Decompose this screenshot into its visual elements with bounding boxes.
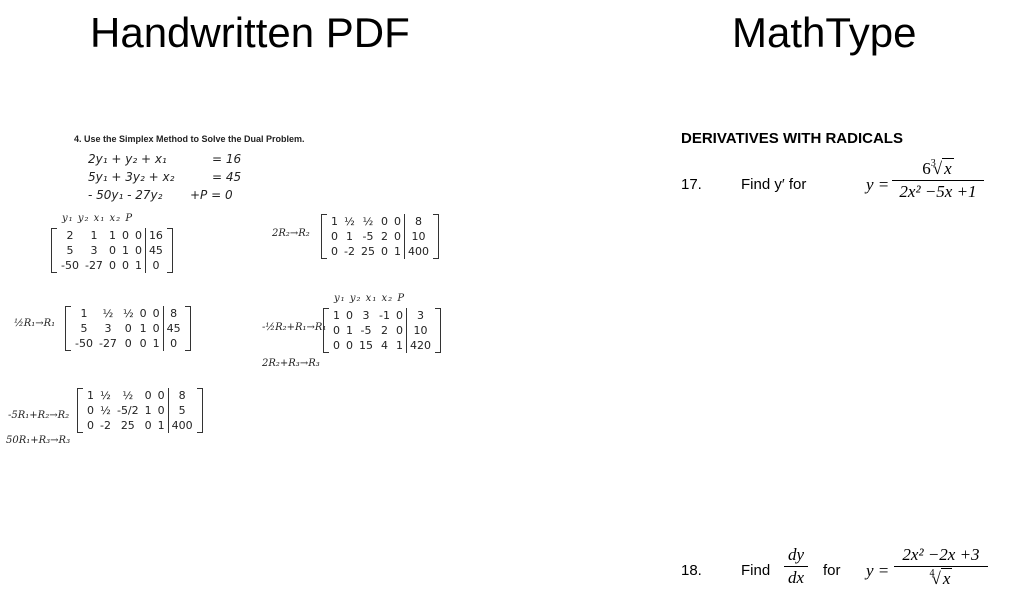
column-header-2: y₁ y₂ x₁ x₂ P [334, 293, 406, 304]
equation-2-lhs: 5y₁ + 3y₂ + x₂ [88, 170, 175, 184]
problem-18-for: for [823, 562, 841, 579]
radical-icon: √ [932, 159, 943, 178]
heading-mathtype: MathType [732, 9, 917, 56]
problem-18-number: 18. [681, 562, 702, 579]
problem-17-number: 17. [681, 176, 702, 193]
problem-18-prompt: Find [741, 562, 771, 579]
equation-3-lhs: - 50y₁ - 27y₂ [88, 188, 163, 202]
equation-3-rhs: +P = 0 [190, 188, 233, 202]
column-header-1: y₁ y₂ x₁ x₂ P [62, 213, 134, 224]
problem-18-derivative: dy dx [784, 545, 808, 588]
row-op-m3a: -5R₁+R₂→R₂ [8, 410, 70, 421]
problem-18-den-radicand: x [940, 568, 953, 588]
radical-icon: √ [931, 569, 941, 588]
equation-1-lhs: 2y₁ + y₂ + x₁ [88, 152, 167, 166]
matrix-1: 2 1 1 0 0 16 5 3 0 1 0 45 -50 -27 0 0 1 0 [51, 228, 173, 273]
problem-17-denominator: 2x² −5x +1 [899, 182, 977, 201]
problem-17-prompt: Find y′ for [741, 176, 807, 193]
row-op-m4: 2R₂→R₂ [272, 228, 310, 239]
row-op-m5b: 2R₂+R₃→R₃ [262, 358, 320, 369]
matrix-5: 1 0 3 -1 0 3 0 1 -5 2 0 10 0 0 15 4 1 420 [323, 308, 441, 353]
heading-handwritten-pdf: Handwritten PDF [90, 9, 410, 56]
row-op-m5a: -½R₂+R₁→R₁ [262, 322, 327, 333]
equation-2-rhs: = 45 [212, 170, 242, 184]
row-op-m3b: 50R₁+R₃→R₃ [6, 435, 71, 446]
matrix-4: 1½½008 0 1 -5 2 0 10 0 -2 25 0 1 400 [321, 214, 439, 259]
task-title: 4. Use the Simplex Method to Solve the D… [74, 134, 305, 144]
problem-18-fraction: 2x² −2x +3 4√ x [894, 545, 988, 589]
matrix-2: 1½½008 5 3 0 1 0 45 -50 -27 0 0 1 0 [65, 306, 191, 351]
problem-17-num-coef: 6 [922, 159, 931, 178]
problem-17-fraction: 63√ x 2x² −5x +1 [892, 158, 984, 202]
problem-17-lhs: y = [866, 175, 890, 194]
row-op-m2: ½R₁→R₁ [14, 318, 56, 329]
section-title: DERIVATIVES WITH RADICALS [681, 130, 903, 147]
problem-17-num-radicand: x [942, 158, 954, 178]
problem-18-deriv-num: dy [787, 545, 805, 564]
matrix-3: 1½½008 0 ½ -5/2 1 0 5 0 -2 25 0 1 400 [77, 388, 203, 433]
problem-18-deriv-den: dx [787, 568, 805, 587]
equation-1-rhs: = 16 [212, 152, 242, 166]
problem-18-numerator: 2x² −2x +3 [902, 545, 980, 564]
problem-18-lhs: y = [866, 561, 890, 580]
